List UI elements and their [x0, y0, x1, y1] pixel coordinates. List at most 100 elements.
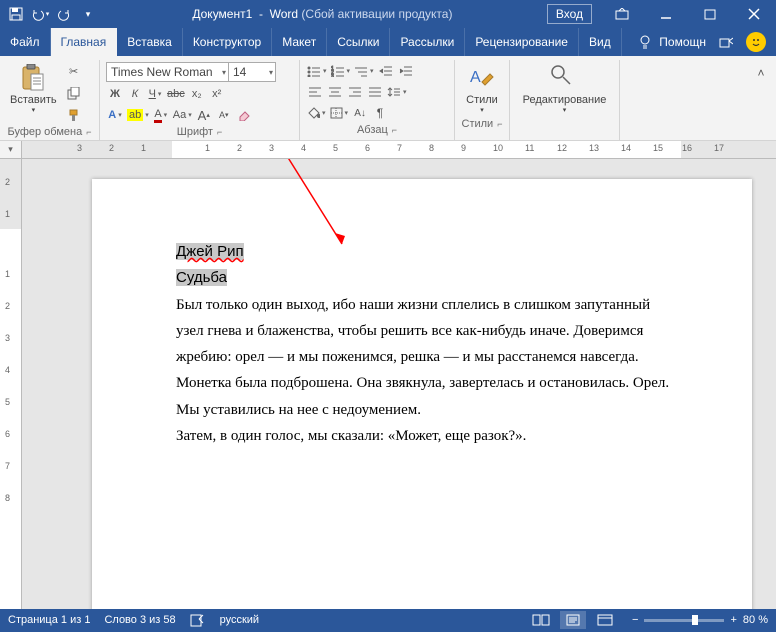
- spellcheck-icon[interactable]: [190, 613, 206, 627]
- ruler-corner[interactable]: ▾: [0, 141, 22, 159]
- brush-icon: [67, 109, 80, 122]
- font-group-label: Шрифт: [177, 126, 213, 138]
- format-painter-button[interactable]: [65, 106, 83, 124]
- font-name-combo[interactable]: Times New Roman▾: [106, 62, 228, 82]
- tab-file[interactable]: Файл: [0, 28, 51, 56]
- justify-button[interactable]: [366, 83, 384, 101]
- print-layout-button[interactable]: [560, 611, 586, 629]
- tab-mailings[interactable]: Рассылки: [390, 28, 465, 56]
- sign-in-button[interactable]: Вход: [547, 4, 592, 24]
- styles-launcher-icon[interactable]: ⌐: [497, 119, 502, 129]
- svg-text:3: 3: [331, 74, 334, 77]
- align-left-button[interactable]: [306, 83, 324, 101]
- minimize-button[interactable]: [644, 0, 688, 28]
- italic-button[interactable]: К: [126, 85, 144, 103]
- increase-indent-button[interactable]: [397, 62, 415, 80]
- tab-view[interactable]: Вид: [579, 28, 622, 56]
- tab-review[interactable]: Рецензирование: [465, 28, 579, 56]
- clipboard-launcher-icon[interactable]: ⌐: [86, 127, 91, 137]
- redo-icon[interactable]: [54, 4, 74, 24]
- decrease-indent-button[interactable]: [377, 62, 395, 80]
- font-color-button[interactable]: A▾: [152, 106, 170, 124]
- ribbon-options-icon[interactable]: [600, 0, 644, 28]
- status-page[interactable]: Страница 1 из 1: [8, 614, 90, 626]
- horizontal-ruler[interactable]: 3 2 1 1 2 3 4 5 6 7 8 9 10 11 12 13 14 1…: [22, 141, 776, 159]
- highlight-button[interactable]: ab▾: [126, 106, 150, 124]
- status-words[interactable]: Слово 3 из 58: [104, 614, 175, 626]
- text-effects-button[interactable]: A▾: [106, 106, 124, 124]
- vertical-ruler[interactable]: 2 1 1 2 3 4 5 6 7 8: [0, 159, 22, 609]
- editing-button[interactable]: Редактирование▾: [519, 62, 611, 116]
- borders-button[interactable]: ▾: [329, 104, 350, 122]
- paragraph-launcher-icon[interactable]: ⌐: [392, 125, 397, 135]
- window-title: Документ1 - Word (Сбой активации продукт…: [98, 7, 547, 21]
- tab-home[interactable]: Главная: [51, 28, 118, 56]
- font-size-combo[interactable]: 14▾: [228, 62, 276, 82]
- align-right-button[interactable]: [346, 83, 364, 101]
- styles-button[interactable]: A Стили▾: [462, 62, 502, 116]
- svg-text:A: A: [470, 69, 481, 86]
- share-icon[interactable]: [716, 32, 736, 52]
- doc-body-line: узел гнева и блаженства, чтобы решить вс…: [176, 318, 672, 344]
- doc-body-line: Мы уставились на нее с недоумением.: [176, 397, 672, 423]
- shrink-font-button[interactable]: A▾: [215, 106, 233, 124]
- maximize-button[interactable]: [688, 0, 732, 28]
- eraser-icon: [237, 109, 251, 121]
- save-icon[interactable]: [6, 4, 26, 24]
- underline-button[interactable]: Ч▾: [146, 85, 164, 103]
- bullets-button[interactable]: ▾: [306, 62, 328, 80]
- document-page[interactable]: Джей Рип Судьба Был только один выход, и…: [92, 179, 752, 609]
- multilevel-button[interactable]: ▾: [353, 62, 375, 80]
- change-case-button[interactable]: Aa▾: [172, 106, 193, 124]
- tab-design[interactable]: Конструктор: [183, 28, 272, 56]
- cut-button[interactable]: ✂: [65, 62, 83, 80]
- styles-group-label: Стили: [462, 118, 494, 130]
- scissors-icon: ✂: [69, 65, 78, 78]
- collapse-ribbon-button[interactable]: ˄: [752, 64, 770, 82]
- feedback-smiley-icon[interactable]: [746, 32, 766, 52]
- doc-body-line: Монетка была подброшена. Она звякнула, з…: [176, 370, 672, 396]
- font-launcher-icon[interactable]: ⌐: [217, 127, 222, 137]
- doc-line1: Джей Рип: [176, 243, 244, 260]
- show-marks-button[interactable]: ¶: [371, 104, 389, 122]
- zoom-out-button[interactable]: −: [632, 614, 638, 626]
- subscript-button[interactable]: x₂: [188, 85, 206, 103]
- lightbulb-icon: [635, 32, 655, 52]
- undo-icon[interactable]: ▾: [30, 4, 50, 24]
- bold-button[interactable]: Ж: [106, 85, 124, 103]
- find-icon: [550, 64, 578, 92]
- line-spacing-button[interactable]: ▾: [386, 83, 408, 101]
- clipboard-group-label: Буфер обмена: [7, 126, 82, 138]
- paragraph-group-label: Абзац: [357, 124, 388, 136]
- clipboard-icon: [19, 64, 47, 92]
- tell-me[interactable]: Помощн: [635, 32, 706, 52]
- paste-button[interactable]: Вставить ▾: [6, 62, 61, 116]
- clear-format-button[interactable]: [235, 106, 253, 124]
- qat-customize-icon[interactable]: ▾: [78, 4, 98, 24]
- zoom-in-button[interactable]: +: [730, 614, 736, 626]
- numbering-button[interactable]: 123▾: [330, 62, 352, 80]
- tab-references[interactable]: Ссылки: [327, 28, 390, 56]
- tab-layout[interactable]: Макет: [272, 28, 327, 56]
- copy-icon: [67, 87, 80, 100]
- doc-body-line: Затем, в один голос, мы сказали: «Может,…: [176, 423, 672, 449]
- tab-insert[interactable]: Вставка: [117, 28, 183, 56]
- doc-line2: Судьба: [176, 269, 227, 286]
- grow-font-button[interactable]: A▴: [195, 106, 213, 124]
- doc-body-line: Был только один выход, ибо наши жизни сп…: [176, 292, 672, 318]
- shading-button[interactable]: ▾: [306, 104, 327, 122]
- status-language[interactable]: русский: [220, 614, 259, 626]
- styles-icon: A: [468, 64, 496, 92]
- close-button[interactable]: [732, 0, 776, 28]
- zoom-slider[interactable]: [644, 619, 724, 622]
- zoom-level[interactable]: 80 %: [743, 614, 768, 626]
- copy-button[interactable]: [65, 84, 83, 102]
- align-center-button[interactable]: [326, 83, 344, 101]
- sort-button[interactable]: A↓: [351, 104, 369, 122]
- doc-body-line: жребию: орел — и мы поженимся, решка — и…: [176, 344, 672, 370]
- strikethrough-button[interactable]: abc: [166, 85, 186, 103]
- superscript-button[interactable]: x²: [208, 85, 226, 103]
- bucket-icon: [307, 107, 320, 119]
- read-mode-button[interactable]: [528, 611, 554, 629]
- web-layout-button[interactable]: [592, 611, 618, 629]
